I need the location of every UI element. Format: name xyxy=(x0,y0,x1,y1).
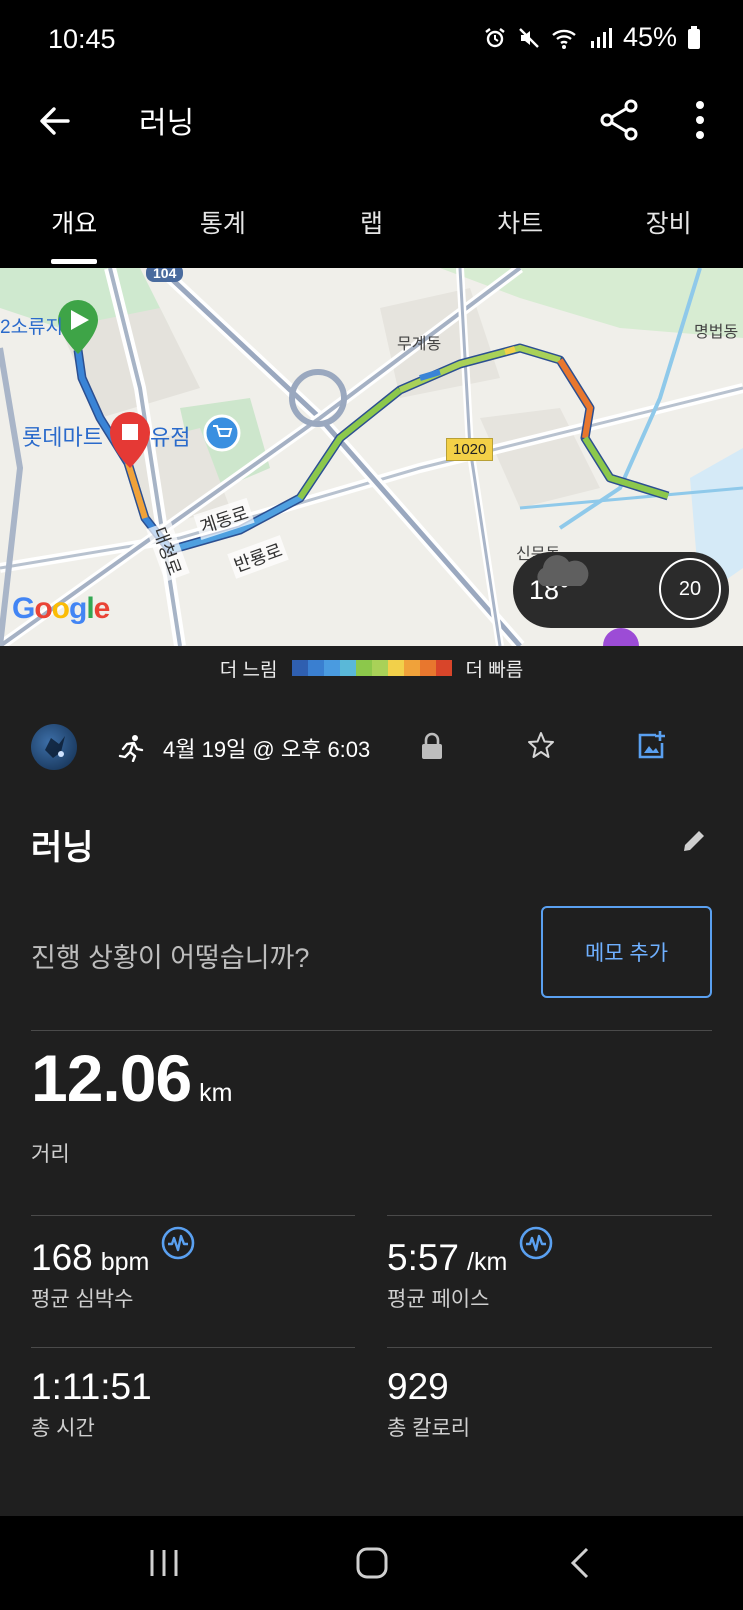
status-time: 10:45 xyxy=(48,24,116,54)
share-icon xyxy=(600,99,638,141)
distance-stat: 12.06 km xyxy=(31,1040,233,1116)
pace-value: 5:57 xyxy=(387,1237,460,1278)
avatar[interactable] xyxy=(31,724,77,770)
weather-widget: 18° 20 xyxy=(513,552,729,628)
divider xyxy=(387,1215,712,1216)
total-time-stat: 1:11:51 총 시간 xyxy=(31,1366,152,1442)
divider xyxy=(387,1347,712,1348)
star-icon[interactable] xyxy=(527,731,555,759)
wifi-icon xyxy=(552,29,576,49)
legend-color-bar xyxy=(291,660,452,676)
google-logo: Google xyxy=(12,592,110,625)
distance-label: 거리 xyxy=(31,1143,70,1166)
legend-swatch xyxy=(323,660,340,676)
add-memo-button[interactable]: 메모 추가 xyxy=(541,906,712,998)
more-options-button[interactable] xyxy=(680,90,720,150)
wind-speed: 20 xyxy=(678,577,702,600)
more-vertical-icon xyxy=(696,101,704,139)
system-back-button[interactable] xyxy=(550,1536,610,1590)
chevron-left-icon xyxy=(570,1547,589,1579)
heart-rate-value: 168 xyxy=(31,1237,93,1278)
tab-gear[interactable]: 장비 xyxy=(594,186,743,266)
total-time-label: 총 시간 xyxy=(31,1417,95,1440)
route-map[interactable]: 104 2소류지 무계동 명법동 신문동 1020 롯데마트 유점 계동로 반룡… xyxy=(0,268,743,646)
tab-stats[interactable]: 통계 xyxy=(149,186,298,266)
legend-fast-label: 더 빠름 xyxy=(465,659,524,681)
arrow-left-icon xyxy=(40,107,70,135)
legend-swatch xyxy=(307,660,324,676)
edit-icon[interactable] xyxy=(681,828,707,854)
total-time-value: 1:11:51 xyxy=(31,1366,152,1407)
map-label-area1: 무계동 xyxy=(397,336,442,353)
battery-icon xyxy=(688,25,700,49)
route-badge: 1020 xyxy=(446,438,494,461)
pace-chart-icon[interactable] xyxy=(519,1226,553,1260)
speed-legend: 더 느림 더 빠름 xyxy=(0,646,743,690)
cloud-icon xyxy=(537,555,589,586)
heart-rate-unit: bpm xyxy=(100,1248,150,1276)
lock-icon[interactable] xyxy=(420,732,444,760)
heart-rate-stat: 168 bpm 평균 심박수 xyxy=(31,1226,195,1313)
system-nav-bar xyxy=(0,1516,743,1610)
signal-icon xyxy=(590,27,612,48)
status-icons: 45% xyxy=(483,22,701,53)
heart-rate-label: 평균 심박수 xyxy=(31,1288,134,1311)
divider xyxy=(31,1215,355,1216)
avatar-image xyxy=(45,736,65,758)
alarm-icon xyxy=(485,27,505,47)
highway-badge: 104 xyxy=(146,268,184,282)
wind-indicator: 20 xyxy=(659,558,721,620)
legend-swatch xyxy=(371,660,388,676)
legend-swatch xyxy=(435,660,452,676)
legend-swatch xyxy=(403,660,420,676)
map-label-area2: 명법동 xyxy=(694,324,739,341)
distance-unit: km xyxy=(199,1079,233,1107)
legend-swatch xyxy=(419,660,436,676)
calories-value: 929 xyxy=(387,1366,449,1407)
pace-unit: /km xyxy=(467,1248,508,1276)
tab-bar: 개요 통계 랩 차트 장비 xyxy=(0,186,743,266)
legend-swatch xyxy=(291,660,308,676)
divider xyxy=(31,1347,355,1348)
legend-swatch xyxy=(355,660,372,676)
progress-prompt: 진행 상황이 어떻습니까? xyxy=(31,943,310,973)
legend-swatch xyxy=(339,660,356,676)
map-label-area4: 2소류지 xyxy=(0,317,64,338)
pace-stat: 5:57 /km 평균 페이스 xyxy=(387,1226,553,1313)
divider xyxy=(31,1030,712,1031)
tab-overview[interactable]: 개요 xyxy=(0,186,149,266)
home-button[interactable] xyxy=(342,1536,402,1590)
share-button[interactable] xyxy=(592,90,646,150)
home-icon xyxy=(356,1547,388,1579)
distance-value: 12.06 xyxy=(31,1041,192,1115)
activity-date: 4월 19일 @ 오후 6:03 xyxy=(163,737,371,762)
heart-rate-chart-icon[interactable] xyxy=(161,1226,195,1260)
page-title: 러닝 xyxy=(139,107,195,140)
battery-percent: 45% xyxy=(622,22,677,52)
mute-icon xyxy=(519,27,539,48)
calories-stat: 929 총 칼로리 xyxy=(387,1366,470,1442)
pace-label: 평균 페이스 xyxy=(387,1288,490,1311)
legend-slow-label: 더 느림 xyxy=(219,659,278,681)
calories-label: 총 칼로리 xyxy=(387,1417,471,1440)
activity-meta-row: 4월 19일 @ 오후 6:03 xyxy=(0,720,743,776)
running-icon xyxy=(118,735,144,762)
tab-charts[interactable]: 차트 xyxy=(446,186,595,266)
add-photo-icon[interactable] xyxy=(636,729,668,761)
map-poi-label-suffix: 유점 xyxy=(150,425,191,450)
activity-name: 러닝 xyxy=(31,829,94,867)
status-bar: 10:45 45% xyxy=(0,0,743,82)
map-poi-label: 롯데마트 xyxy=(22,425,103,450)
activity-details: 4월 19일 @ 오후 6:03 러닝 진행 상황이 어떻습니까? 메모 추가 … xyxy=(0,690,743,1516)
tab-laps[interactable]: 랩 xyxy=(297,186,446,266)
back-button[interactable] xyxy=(28,94,82,148)
legend-swatch xyxy=(387,660,404,676)
recent-apps-button[interactable] xyxy=(134,1536,194,1590)
recent-apps-icon xyxy=(150,1550,178,1576)
